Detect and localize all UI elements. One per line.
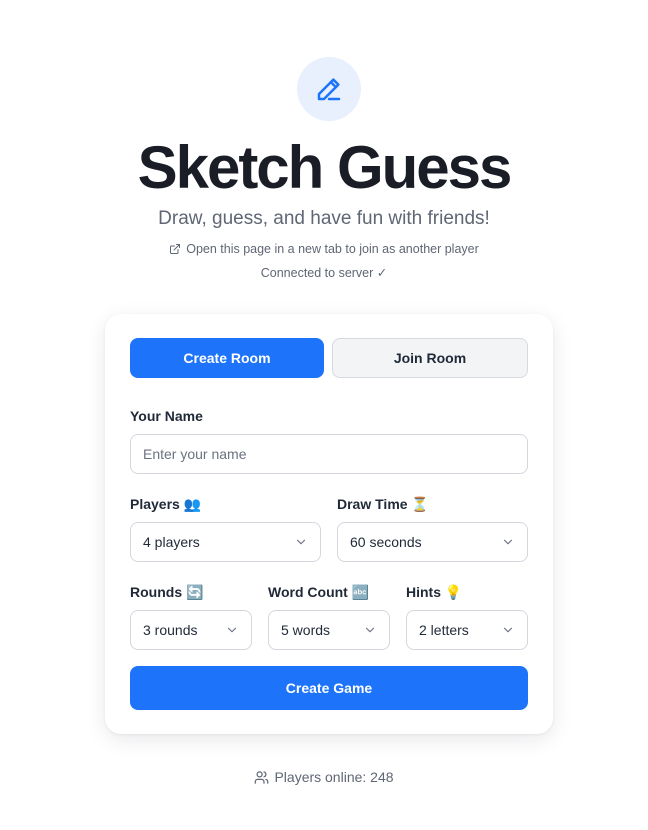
word-count-label: Word Count 🔤	[268, 584, 370, 600]
players-online: Players online: 248	[0, 767, 648, 787]
players-label: Players 👥	[130, 496, 202, 512]
chevron-down-icon	[501, 623, 515, 637]
players-value: 4 players	[143, 534, 200, 550]
name-label: Your Name	[130, 408, 203, 424]
rounds-value: 3 rounds	[143, 622, 198, 638]
rounds-label: Rounds 🔄	[130, 584, 204, 600]
app-subtitle: Draw, guess, and have fun with friends!	[158, 208, 490, 229]
chevron-down-icon	[501, 535, 515, 549]
word-count-select[interactable]: 5 words	[268, 610, 390, 650]
tab-create-room[interactable]: Create Room	[130, 338, 324, 378]
new-tab-hint-text: Open this page in a new tab to join as a…	[186, 242, 479, 256]
players-online-text: Players online: 248	[274, 769, 394, 785]
draw-time-value: 60 seconds	[350, 534, 422, 550]
hints-label: Hints 💡	[406, 584, 463, 600]
chevron-down-icon	[363, 623, 377, 637]
external-link-icon	[170, 244, 181, 254]
draw-time-select[interactable]: 60 seconds	[337, 522, 528, 562]
chevron-down-icon	[225, 623, 239, 637]
page: Sketch Guess Draw, guess, and have fun w…	[0, 0, 648, 830]
chevron-down-icon	[294, 535, 308, 549]
pencil-icon	[317, 78, 341, 101]
hints-select[interactable]: 2 letters	[406, 610, 528, 650]
name-input[interactable]	[130, 434, 528, 474]
logo	[297, 57, 361, 121]
tab-join-room[interactable]: Join Room	[332, 338, 528, 378]
players-select[interactable]: 4 players	[130, 522, 321, 562]
create-game-button[interactable]: Create Game	[130, 666, 528, 710]
word-count-value: 5 words	[281, 622, 331, 638]
users-icon	[255, 770, 269, 784]
new-tab-hint: Open this page in a new tab to join as a…	[0, 240, 648, 258]
rounds-select[interactable]: 3 rounds	[130, 610, 252, 650]
draw-time-label: Draw Time ⏳	[337, 496, 429, 512]
room-card: Create Room Join Room Your Name Players …	[105, 314, 553, 734]
app-title: Sketch Guess	[137, 134, 513, 201]
connection-status: Connected to server ✓	[260, 266, 388, 280]
hints-value: 2 letters	[419, 622, 469, 638]
